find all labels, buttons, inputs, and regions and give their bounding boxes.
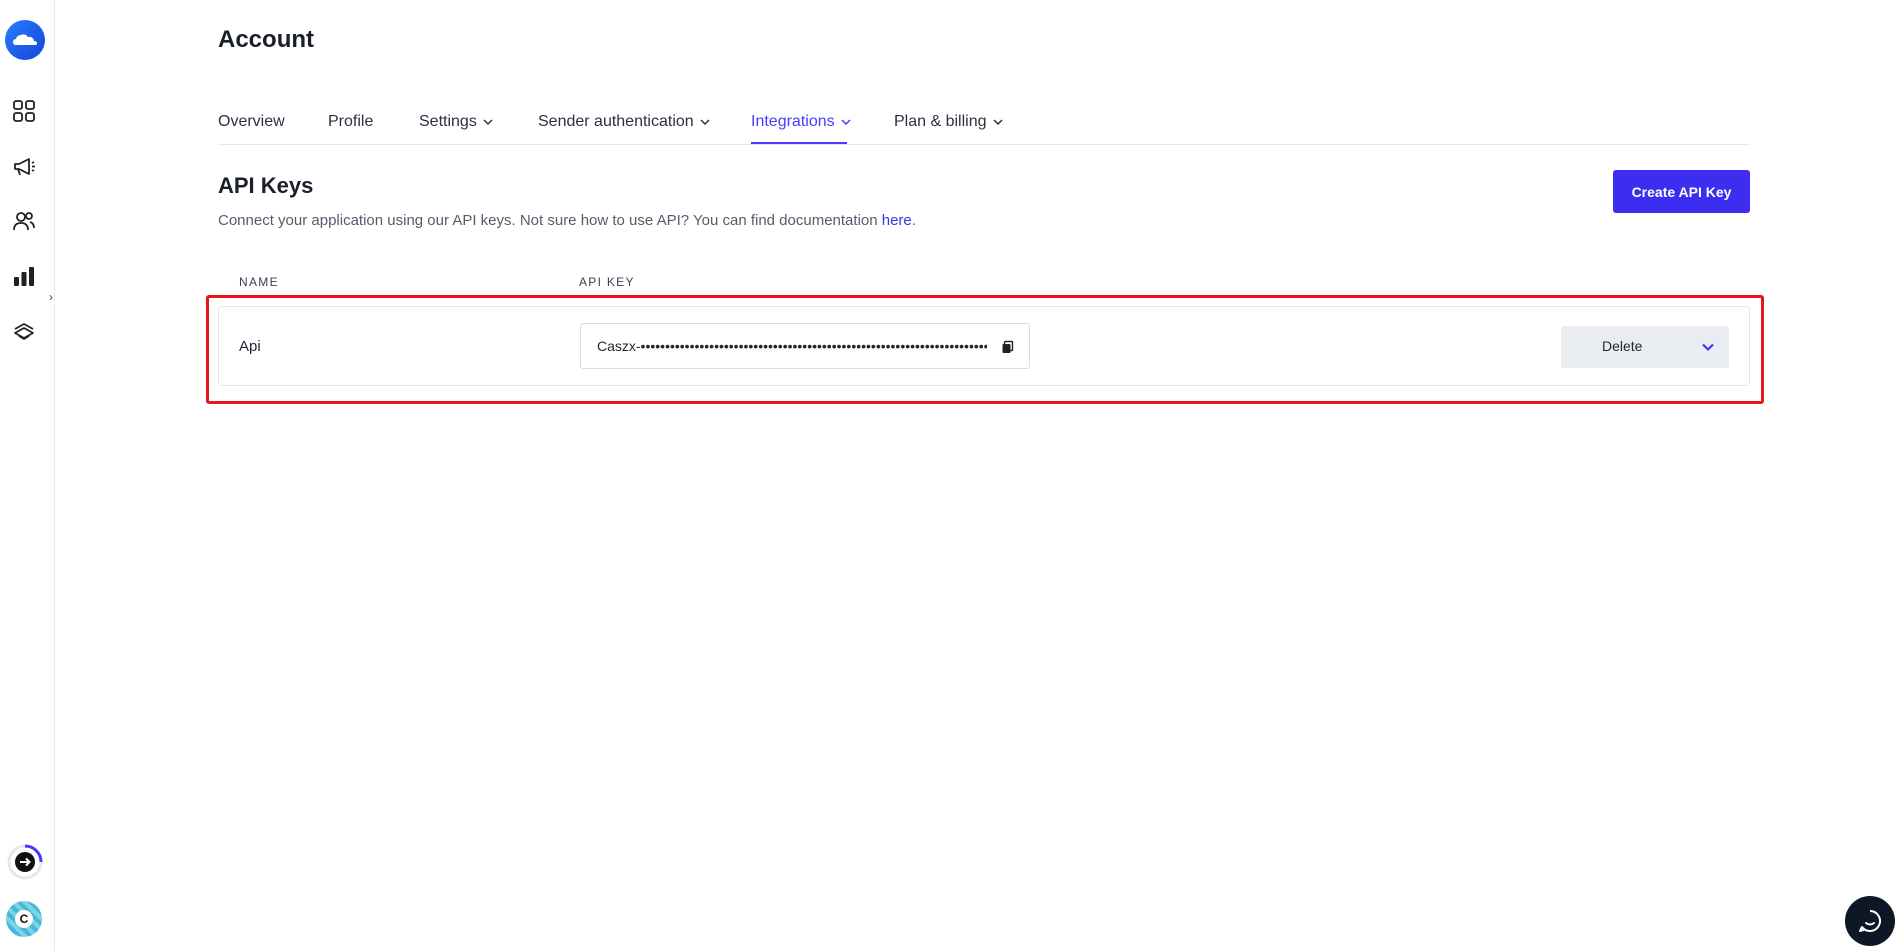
- column-header-name: NAME: [239, 275, 279, 289]
- tab-integrations[interactable]: Integrations: [751, 110, 851, 134]
- tab-settings[interactable]: Settings: [419, 110, 493, 134]
- page-title: Account: [218, 26, 314, 53]
- api-key-value: Caszx-••••••••••••••••••••••••••••••••••…: [597, 338, 987, 354]
- campaigns-icon[interactable]: [10, 152, 38, 180]
- tab-label: Integrations: [751, 113, 835, 130]
- tab-overview[interactable]: Overview: [218, 110, 285, 134]
- create-api-key-button[interactable]: Create API Key: [1613, 170, 1750, 213]
- chevron-down-icon: [841, 119, 851, 126]
- chevron-down-icon: [1702, 343, 1714, 351]
- sidebar-expand-chevron-icon[interactable]: ›: [44, 288, 58, 306]
- description-text: Connect your application using our API k…: [218, 212, 882, 229]
- avatar-initial: C: [15, 910, 33, 928]
- documentation-link[interactable]: here: [882, 212, 912, 229]
- tab-label: Profile: [328, 113, 374, 130]
- section-title: API Keys: [218, 173, 314, 198]
- column-header-api-key: API KEY: [579, 275, 635, 289]
- tab-label: Plan & billing: [894, 113, 987, 130]
- account-tabs: Overview Profile Settings Sender authent…: [218, 100, 1750, 145]
- tab-label: Sender authentication: [538, 113, 694, 130]
- section-description: Connect your application using our API k…: [218, 212, 916, 229]
- chevron-down-icon: [483, 119, 493, 126]
- brand-logo-icon[interactable]: [5, 20, 45, 60]
- tab-profile[interactable]: Profile: [328, 110, 373, 134]
- automations-icon[interactable]: [10, 317, 38, 345]
- description-end: .: [911, 212, 916, 229]
- contacts-icon[interactable]: [10, 207, 38, 235]
- chevron-down-icon: [992, 119, 1003, 126]
- active-tab-indicator: [751, 142, 847, 144]
- chat-support-icon[interactable]: [1845, 896, 1895, 946]
- sidebar: › C: [0, 0, 55, 951]
- onboarding-progress-icon[interactable]: [6, 843, 44, 881]
- chevron-down-icon: [700, 119, 710, 126]
- delete-label: Delete: [1602, 338, 1643, 354]
- tab-label: Settings: [419, 113, 477, 130]
- tab-label: Overview: [218, 113, 285, 130]
- tab-plan-billing[interactable]: Plan & billing: [894, 110, 1003, 134]
- api-key-name: Api: [239, 338, 261, 355]
- table-row: Api Caszx-••••••••••••••••••••••••••••••…: [218, 306, 1750, 386]
- avatar[interactable]: C: [6, 901, 42, 937]
- delete-dropdown-button[interactable]: Delete: [1561, 326, 1729, 368]
- copy-icon[interactable]: [1000, 339, 1016, 355]
- api-key-field[interactable]: Caszx-••••••••••••••••••••••••••••••••••…: [580, 323, 1030, 369]
- statistics-icon[interactable]: [10, 262, 38, 290]
- dashboard-icon[interactable]: [10, 97, 38, 125]
- tab-sender-authentication[interactable]: Sender authentication: [538, 110, 710, 134]
